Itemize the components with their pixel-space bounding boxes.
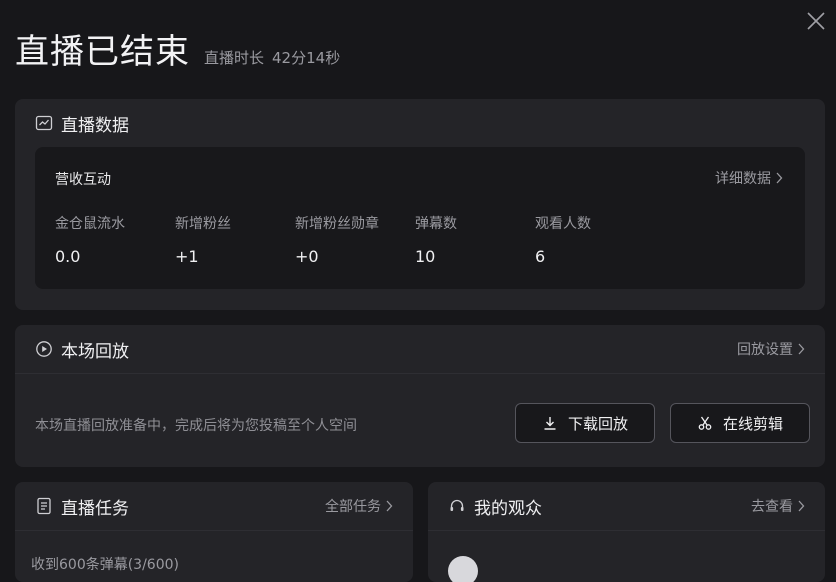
play-circle-icon [35, 340, 53, 358]
divider [15, 373, 825, 374]
metric-danmaku: 弹幕数 10 [415, 213, 535, 266]
view-audience-label: 去查看 [751, 499, 793, 515]
chart-icon [35, 114, 53, 132]
chevron-right-icon [776, 172, 783, 184]
avatar[interactable] [448, 556, 478, 582]
metric-revenue: 金仓鼠流水 0.0 [55, 213, 175, 266]
view-audience-link[interactable]: 去查看 [751, 496, 805, 516]
download-icon [544, 417, 556, 430]
replay-card: 本场回放 回放设置 本场直播回放准备中，完成后将为您投稿至个人空间 下载回放 在… [15, 325, 825, 467]
metric-label: 新增粉丝勋章 [295, 216, 379, 232]
page-header: 直播已结束 直播时长 42分14秒 [15, 24, 340, 73]
close-button[interactable] [804, 9, 828, 33]
detail-data-link[interactable]: 详细数据 [715, 168, 783, 188]
chevron-right-icon [798, 343, 805, 355]
duration-label: 直播时长 [204, 49, 265, 67]
online-edit-button[interactable]: 在线剪辑 [670, 403, 810, 443]
live-data-header: 直播数据 [15, 99, 825, 147]
revenue-title: 营收互动 [55, 172, 111, 188]
metric-new-fans: 新增粉丝 +1 [175, 213, 295, 266]
metric-new-medals: 新增粉丝勋章 +0 [295, 213, 415, 266]
live-data-title: 直播数据 [61, 115, 129, 136]
audience-header: 我的观众 去查看 [428, 482, 825, 530]
audience-card: 我的观众 去查看 [428, 482, 825, 582]
revenue-panel: 营收互动 详细数据 金仓鼠流水 0.0 新增粉丝 +1 新增粉丝勋章 +0 弹幕… [35, 147, 805, 289]
duration-value: 42分14秒 [272, 49, 341, 67]
metrics-row: 金仓鼠流水 0.0 新增粉丝 +1 新增粉丝勋章 +0 弹幕数 10 观看人数 … [55, 213, 655, 266]
duration: 直播时长 42分14秒 [204, 47, 340, 68]
chevron-right-icon [386, 500, 393, 512]
tasks-card: 直播任务 全部任务 收到600条弹幕(3/600) [15, 482, 413, 582]
audience-title: 我的观众 [474, 498, 542, 519]
replay-header: 本场回放 回放设置 [15, 325, 825, 373]
metric-label: 新增粉丝 [175, 216, 231, 232]
document-icon [35, 497, 53, 515]
audience-icon [448, 497, 466, 515]
online-edit-label: 在线剪辑 [722, 414, 783, 433]
all-tasks-link[interactable]: 全部任务 [325, 496, 393, 516]
metric-label: 金仓鼠流水 [55, 216, 125, 232]
replay-settings-link[interactable]: 回放设置 [737, 339, 805, 359]
replay-status-text: 本场直播回放准备中，完成后将为您投稿至个人空间 [35, 418, 357, 434]
metric-value: 10 [415, 247, 436, 266]
page-title: 直播已结束 [15, 32, 190, 72]
download-replay-button[interactable]: 下载回放 [515, 403, 655, 443]
replay-title: 本场回放 [61, 341, 129, 362]
all-tasks-label: 全部任务 [325, 499, 381, 515]
close-icon [807, 12, 825, 30]
task-item: 收到600条弹幕(3/600) [31, 557, 179, 573]
replay-settings-label: 回放设置 [737, 342, 793, 358]
tasks-title: 直播任务 [61, 498, 129, 519]
detail-data-label: 详细数据 [715, 171, 771, 187]
metric-value: 0.0 [55, 247, 81, 266]
download-replay-label: 下载回放 [567, 414, 628, 433]
metric-label: 弹幕数 [415, 216, 457, 232]
chevron-right-icon [798, 500, 805, 512]
metric-label: 观看人数 [535, 216, 591, 232]
scissors-icon [698, 416, 712, 430]
metric-value: +0 [295, 247, 319, 266]
metric-viewers: 观看人数 6 [535, 213, 655, 266]
divider [428, 530, 825, 531]
metric-value: 6 [535, 247, 546, 266]
tasks-header: 直播任务 全部任务 [15, 482, 413, 530]
divider [15, 530, 413, 531]
metric-value: +1 [175, 247, 199, 266]
live-data-card: 直播数据 营收互动 详细数据 金仓鼠流水 0.0 新增粉丝 +1 新增粉丝勋章 … [15, 99, 825, 310]
